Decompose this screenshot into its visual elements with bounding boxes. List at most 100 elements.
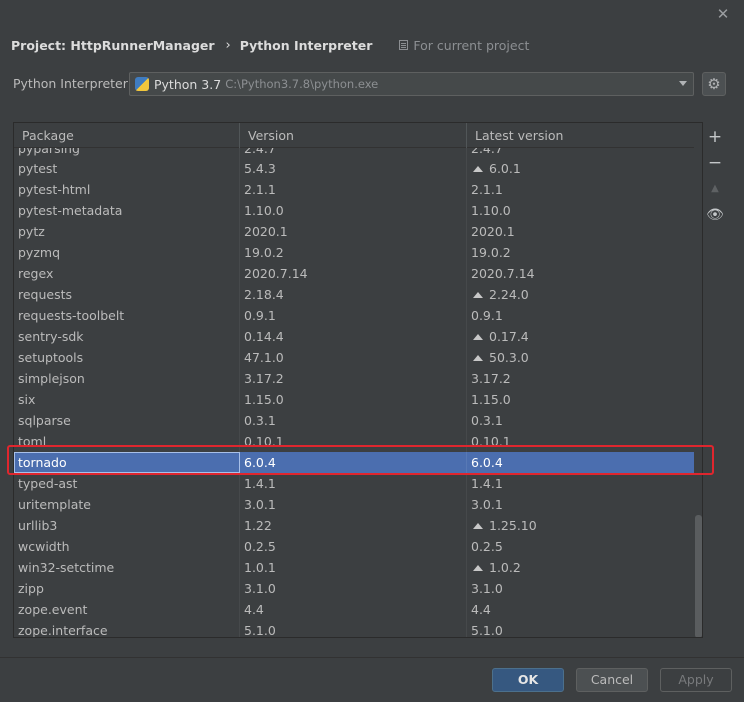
version-cell: 2020.1 bbox=[240, 221, 467, 242]
latest-version-value: 5.1.0 bbox=[471, 623, 503, 638]
table-row[interactable]: six 1.15.0 1.15.0 bbox=[14, 389, 694, 410]
package-cell: zope.interface bbox=[14, 620, 240, 637]
table-body: pyparsing 2.4.7 2.4.7 pytest 5.4.3 6.0.1 py… bbox=[14, 148, 694, 638]
package-cell: six bbox=[14, 389, 240, 410]
latest-version-cell: 3.0.1 bbox=[467, 494, 694, 515]
package-cell: requests-toolbelt bbox=[14, 305, 240, 326]
version-cell: 6.0.4 bbox=[240, 452, 467, 473]
chevron-down-icon[interactable] bbox=[679, 81, 687, 86]
version-cell: 1.22 bbox=[240, 515, 467, 536]
package-cell: win32-setctime bbox=[14, 557, 240, 578]
table-row[interactable]: toml 0.10.1 0.10.1 bbox=[14, 431, 694, 452]
table-row[interactable]: pytest-html 2.1.1 2.1.1 bbox=[14, 179, 694, 200]
cancel-button[interactable]: Cancel bbox=[576, 668, 648, 692]
table-row[interactable]: pytest-metadata 1.10.0 1.10.0 bbox=[14, 200, 694, 221]
latest-version-value: 0.3.1 bbox=[471, 413, 503, 428]
table-row[interactable]: wcwidth 0.2.5 0.2.5 bbox=[14, 536, 694, 557]
table-row[interactable]: tornado 6.0.4 6.0.4 bbox=[14, 452, 694, 473]
package-cell: pytz bbox=[14, 221, 240, 242]
ok-button[interactable]: OK bbox=[492, 668, 564, 692]
latest-version-cell: 0.10.1 bbox=[467, 431, 694, 452]
interpreter-label: Python Interpreter: bbox=[13, 76, 132, 91]
breadcrumb-project[interactable]: Project: HttpRunnerManager bbox=[11, 38, 215, 53]
column-header-package[interactable]: Package bbox=[14, 123, 240, 148]
version-cell: 1.4.1 bbox=[240, 473, 467, 494]
column-header-version[interactable]: Version bbox=[240, 123, 467, 148]
package-cell: pyparsing bbox=[14, 148, 240, 158]
table-row[interactable]: urllib3 1.22 1.25.10 bbox=[14, 515, 694, 536]
eye-icon[interactable]: 👁 bbox=[705, 202, 725, 228]
latest-version-value: 3.0.1 bbox=[471, 497, 503, 512]
version-cell: 0.3.1 bbox=[240, 410, 467, 431]
version-cell: 1.10.0 bbox=[240, 200, 467, 221]
upgrade-package-icon[interactable]: ▲ bbox=[705, 176, 725, 202]
breadcrumb-separator-icon: › bbox=[225, 37, 231, 53]
packages-table: Package Version Latest version pyparsing… bbox=[13, 122, 703, 638]
table-row[interactable]: pyzmq 19.0.2 19.0.2 bbox=[14, 242, 694, 263]
table-row[interactable]: zope.interface 5.1.0 5.1.0 bbox=[14, 620, 694, 638]
table-row[interactable]: uritemplate 3.0.1 3.0.1 bbox=[14, 494, 694, 515]
package-cell: typed-ast bbox=[14, 473, 240, 494]
version-cell: 3.1.0 bbox=[240, 578, 467, 599]
breadcrumb: Project: HttpRunnerManager › Python Inte… bbox=[11, 36, 529, 54]
latest-version-cell: 5.1.0 bbox=[467, 620, 694, 638]
table-row[interactable]: sentry-sdk 0.14.4 0.17.4 bbox=[14, 326, 694, 347]
version-cell: 3.0.1 bbox=[240, 494, 467, 515]
table-row[interactable]: pyparsing 2.4.7 2.4.7 bbox=[14, 148, 694, 158]
version-cell: 2.1.1 bbox=[240, 179, 467, 200]
table-row[interactable]: typed-ast 1.4.1 1.4.1 bbox=[14, 473, 694, 494]
package-cell: sqlparse bbox=[14, 410, 240, 431]
table-row[interactable]: requests-toolbelt 0.9.1 0.9.1 bbox=[14, 305, 694, 326]
version-cell: 1.0.1 bbox=[240, 557, 467, 578]
latest-version-cell: 1.4.1 bbox=[467, 473, 694, 494]
latest-version-value: 1.0.2 bbox=[489, 560, 521, 575]
latest-version-cell: 0.3.1 bbox=[467, 410, 694, 431]
table-header: Package Version Latest version bbox=[14, 123, 694, 148]
latest-version-cell: 0.2.5 bbox=[467, 536, 694, 557]
version-cell: 19.0.2 bbox=[240, 242, 467, 263]
add-package-icon[interactable]: + bbox=[705, 124, 725, 150]
upgrade-arrow-icon bbox=[473, 334, 483, 340]
table-row[interactable]: sqlparse 0.3.1 0.3.1 bbox=[14, 410, 694, 431]
version-cell: 4.4 bbox=[240, 599, 467, 620]
table-row[interactable]: pytz 2020.1 2020.1 bbox=[14, 221, 694, 242]
table-row[interactable]: simplejson 3.17.2 3.17.2 bbox=[14, 368, 694, 389]
latest-version-value: 2.1.1 bbox=[471, 182, 503, 197]
table-row[interactable]: pytest 5.4.3 6.0.1 bbox=[14, 158, 694, 179]
table-row[interactable]: zipp 3.1.0 3.1.0 bbox=[14, 578, 694, 599]
version-cell: 0.9.1 bbox=[240, 305, 467, 326]
latest-version-cell: 2.4.7 bbox=[471, 148, 503, 156]
python-icon bbox=[135, 77, 149, 91]
scrollbar-thumb[interactable] bbox=[695, 515, 702, 637]
latest-version-cell: 2.24.0 bbox=[467, 284, 694, 305]
column-header-latest-version[interactable]: Latest version bbox=[467, 123, 694, 148]
table-row[interactable]: win32-setctime 1.0.1 1.0.2 bbox=[14, 557, 694, 578]
gear-icon[interactable]: ⚙ bbox=[702, 72, 726, 96]
latest-version-cell: 19.0.2 bbox=[467, 242, 694, 263]
package-cell: pytest-metadata bbox=[14, 200, 240, 221]
table-row[interactable]: requests 2.18.4 2.24.0 bbox=[14, 284, 694, 305]
apply-button[interactable]: Apply bbox=[660, 668, 732, 692]
vertical-scrollbar[interactable] bbox=[694, 148, 702, 637]
latest-version-value: 1.10.0 bbox=[471, 203, 511, 218]
version-cell: 2.4.7 bbox=[240, 148, 467, 158]
upgrade-arrow-icon bbox=[473, 565, 483, 571]
table-row[interactable]: setuptools 47.1.0 50.3.0 bbox=[14, 347, 694, 368]
footer-divider bbox=[0, 657, 744, 658]
latest-version-cell: 0.9.1 bbox=[467, 305, 694, 326]
page-title: Python Interpreter bbox=[239, 37, 373, 53]
table-row[interactable]: regex 2020.7.14 2020.7.14 bbox=[14, 263, 694, 284]
version-cell: 0.2.5 bbox=[240, 536, 467, 557]
interpreter-select[interactable]: Python 3.7 C:\Python3.7.8\python.exe bbox=[129, 72, 694, 96]
latest-version-value: 6.0.4 bbox=[471, 455, 503, 470]
scope-label: For current project bbox=[413, 37, 530, 53]
upgrade-arrow-icon bbox=[473, 166, 483, 172]
package-cell: requests bbox=[14, 284, 240, 305]
remove-package-icon[interactable]: − bbox=[705, 150, 725, 176]
table-row[interactable]: zope.event 4.4 4.4 bbox=[14, 599, 694, 620]
package-cell: zipp bbox=[14, 578, 240, 599]
document-icon bbox=[399, 40, 409, 50]
latest-version-value: 0.17.4 bbox=[489, 329, 529, 344]
latest-version-value: 3.17.2 bbox=[471, 371, 511, 386]
close-icon[interactable]: ✕ bbox=[715, 6, 731, 22]
